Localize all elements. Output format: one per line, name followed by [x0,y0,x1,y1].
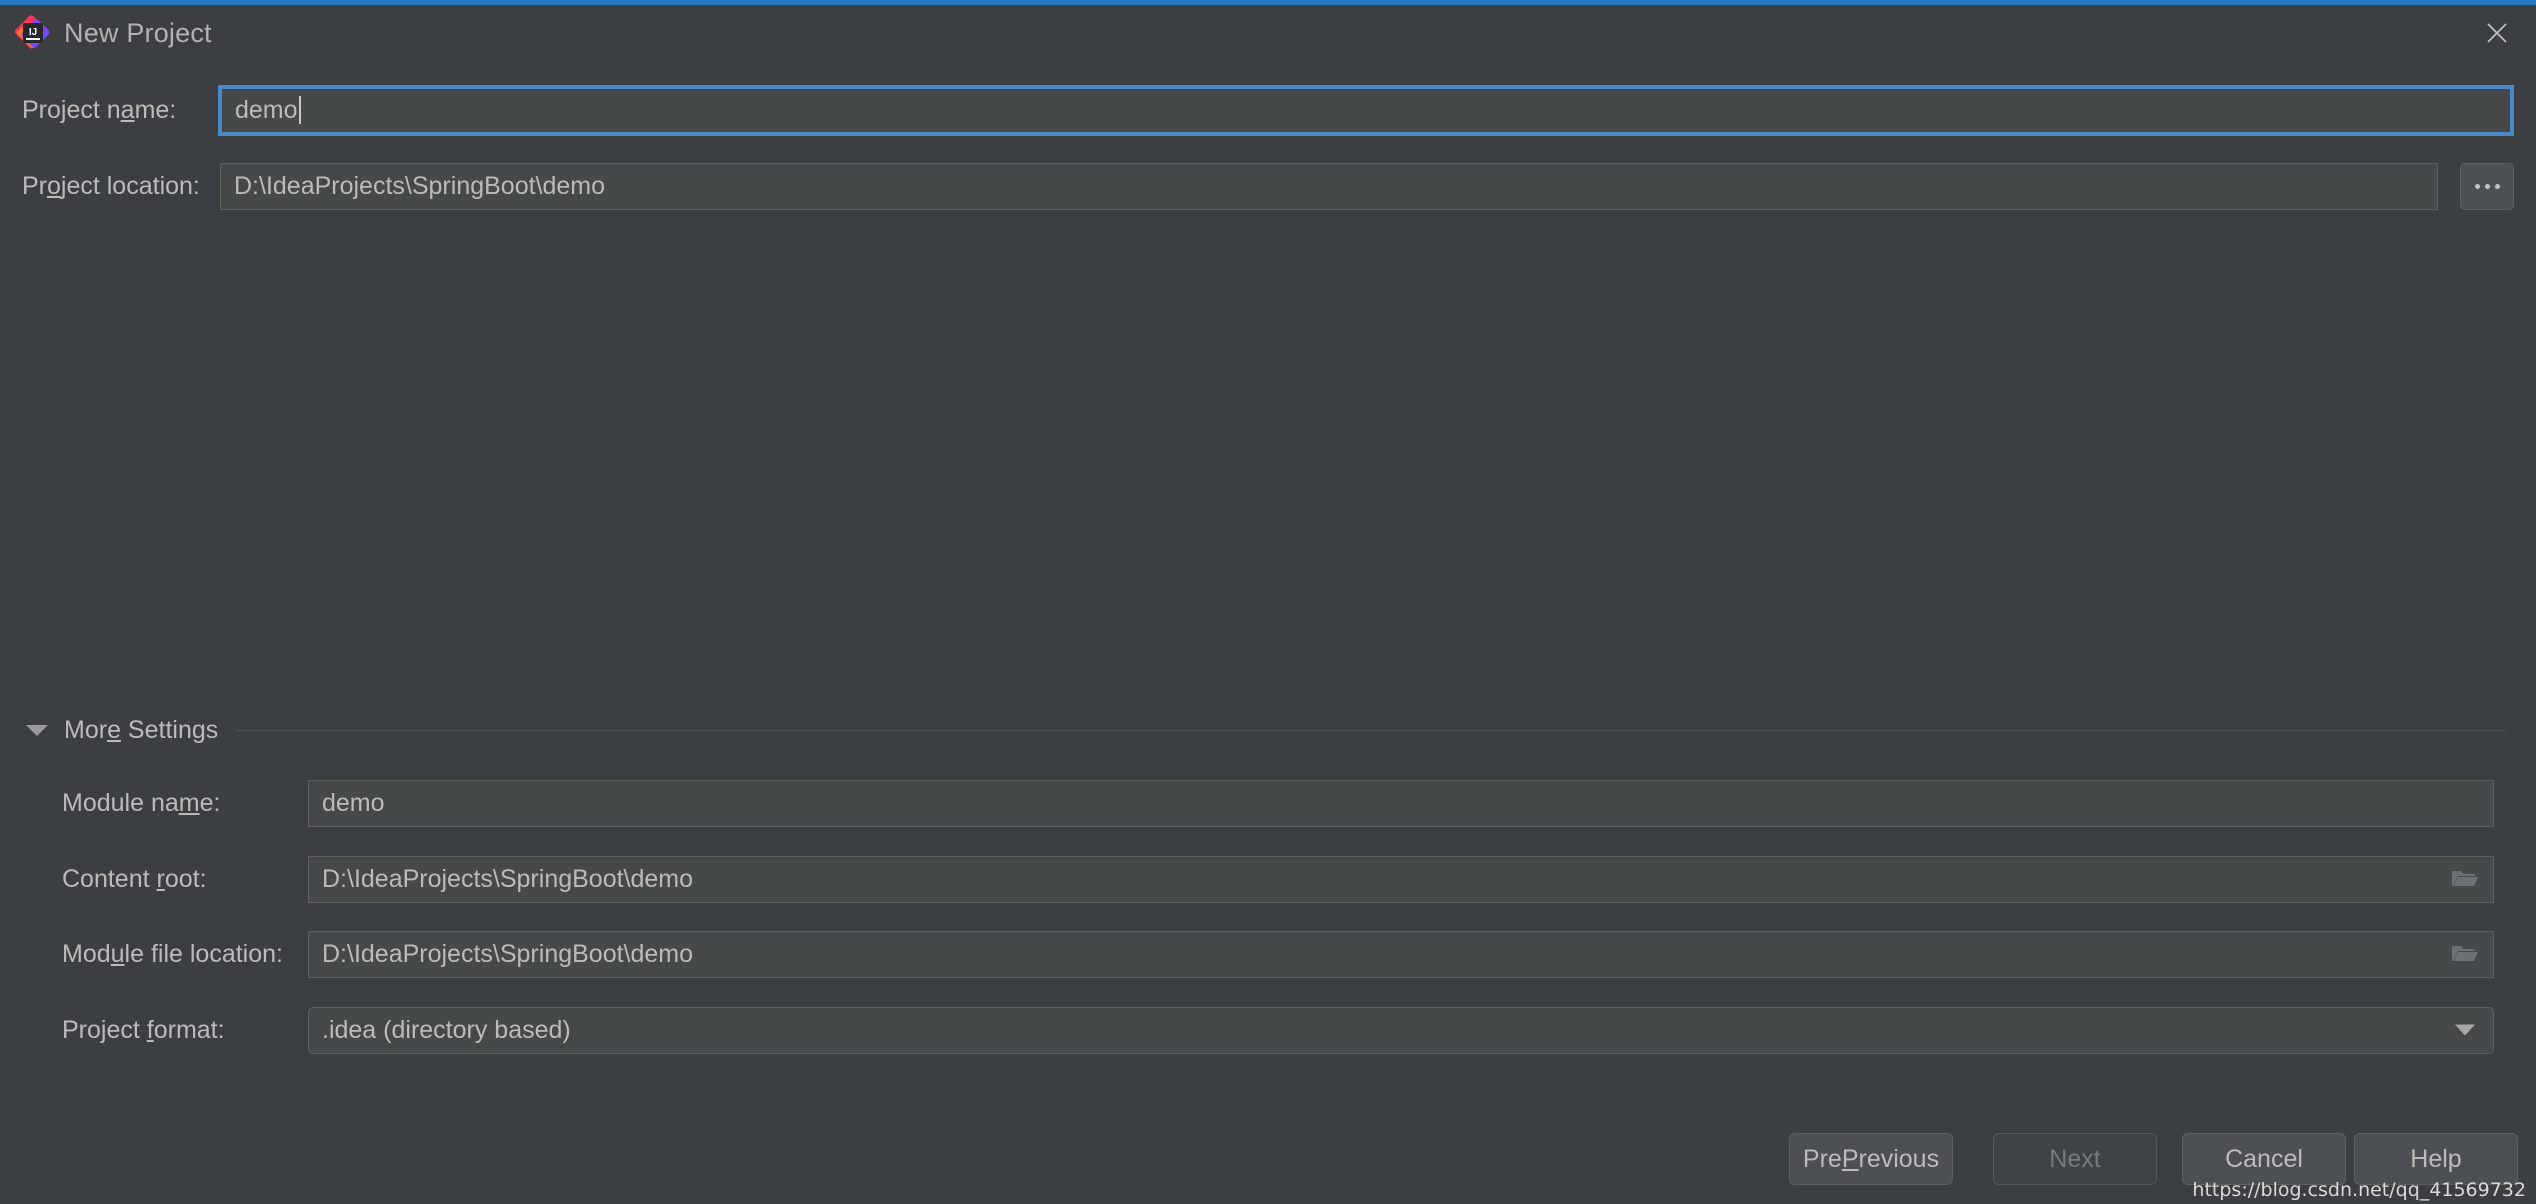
content-root-label: Content root: [62,865,302,894]
content-root-row: Content root: D:\IdeaProjects\SpringBoot… [62,854,2514,904]
folder-icon[interactable] [2451,943,2479,965]
cancel-button-label: Cancel [2225,1145,2303,1174]
close-button[interactable] [2458,5,2536,61]
project-format-select[interactable]: .idea (directory based) [308,1007,2494,1054]
module-file-location-row: Module file location: D:\IdeaProjects\Sp… [62,929,2514,979]
next-button: Next [1993,1133,2157,1185]
module-file-location-value: D:\IdeaProjects\SpringBoot\demo [322,940,693,969]
help-button-label: Help [2410,1145,2461,1174]
chevron-down-icon[interactable] [2455,1025,2475,1036]
watermark-text: https://blog.csdn.net/qq_41569732 [2192,1179,2526,1201]
project-format-value: .idea (directory based) [322,1016,571,1045]
text-caret [299,96,301,124]
module-name-label: Module name: [62,789,302,818]
project-format-label: Project format: [62,1016,302,1045]
more-settings-label: More Settings [64,716,218,745]
folder-icon[interactable] [2451,868,2479,890]
more-settings-toggle[interactable]: More Settings [26,716,2506,745]
project-name-row: Project name: demo [22,85,2514,135]
project-name-value: demo [235,96,298,125]
project-location-label: Project location: [22,172,214,201]
previous-button[interactable]: PrePrevious [1789,1133,1953,1185]
module-name-row: Module name: demo [62,778,2514,828]
previous-button-label: Previous [1842,1145,1939,1174]
triangle-down-icon [26,725,48,736]
content-root-value: D:\IdeaProjects\SpringBoot\demo [322,865,693,894]
window-title: New Project [64,18,212,49]
cancel-button[interactable]: Cancel [2182,1133,2346,1185]
intellij-idea-icon: IJ [18,18,48,48]
title-bar: IJ New Project [0,5,2536,61]
project-format-row: Project format: .idea (directory based) [62,1005,2514,1055]
module-file-location-label: Module file location: [62,940,302,969]
content-root-input[interactable]: D:\IdeaProjects\SpringBoot\demo [308,856,2494,903]
close-icon [2484,20,2510,46]
module-name-value: demo [322,789,385,818]
browse-project-location-button[interactable] [2460,163,2514,210]
dialog-body: Project name: demo Project location: D:\… [0,61,2536,1204]
ellipsis-icon [2475,184,2500,189]
module-file-location-input[interactable]: D:\IdeaProjects\SpringBoot\demo [308,931,2494,978]
next-button-label: Next [2049,1145,2100,1174]
project-location-row: Project location: D:\IdeaProjects\Spring… [22,161,2514,211]
project-location-input[interactable]: D:\IdeaProjects\SpringBoot\demo [220,163,2438,210]
help-button[interactable]: Help [2354,1133,2518,1185]
project-name-label: Project name: [22,96,214,125]
project-name-input[interactable]: demo [220,87,2512,134]
module-name-input[interactable]: demo [308,780,2494,827]
project-location-value: D:\IdeaProjects\SpringBoot\demo [234,172,605,201]
more-settings-separator [236,730,2506,731]
